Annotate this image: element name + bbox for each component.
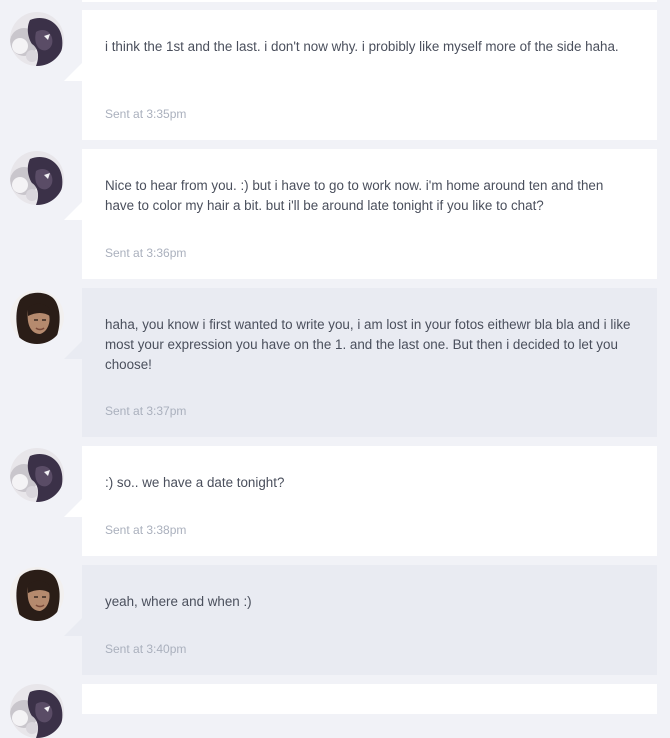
message-timestamp: Sent at 3:40pm: [105, 642, 187, 656]
user-photo-icon: [10, 151, 64, 205]
message-text: :) so.. we have a date tonight?: [105, 475, 285, 490]
user-photo-icon: [10, 290, 64, 344]
message-bubble: :) so.. we have a date tonight? Sent at …: [64, 446, 657, 556]
avatar[interactable]: [10, 567, 64, 621]
avatar[interactable]: [10, 684, 64, 738]
message-text: Nice to hear from you. :) but i have to …: [105, 178, 604, 213]
message-timestamp: Sent at 3:35pm: [105, 107, 187, 121]
message-text: yeah, where and when :): [105, 594, 252, 609]
avatar[interactable]: [10, 12, 64, 66]
bubble-tail: [64, 63, 82, 81]
avatar[interactable]: [10, 448, 64, 502]
user-photo-icon: [10, 448, 64, 502]
message-bubble: Nice to hear from you. :) but i have to …: [64, 149, 657, 279]
message-text: i think the 1st and the last. i don't no…: [105, 39, 619, 54]
message-bubble: haha, you know i first wanted to write y…: [64, 288, 657, 437]
user-photo-icon: [10, 12, 64, 66]
message-bubble: i think the 1st and the last. i don't no…: [64, 10, 657, 140]
message-timestamp: Sent at 3:36pm: [105, 246, 187, 260]
message-timestamp: Sent at 3:37pm: [105, 404, 187, 418]
bubble-tail: [64, 499, 82, 517]
message-text: haha, you know i first wanted to write y…: [105, 317, 631, 372]
bubble-tail: [64, 341, 82, 359]
message-bubble: yeah, where and when :) Sent at 3:40pm: [64, 565, 657, 675]
next-message-bubble: [82, 684, 657, 714]
message-thread: i think the 1st and the last. i don't no…: [0, 0, 670, 692]
previous-message-bubble: [82, 0, 657, 2]
bubble-tail: [64, 618, 82, 636]
user-photo-icon: [10, 684, 64, 738]
bubble-tail: [64, 202, 82, 220]
avatar[interactable]: [10, 151, 64, 205]
message-timestamp: Sent at 3:38pm: [105, 523, 187, 537]
avatar[interactable]: [10, 290, 64, 344]
user-photo-icon: [10, 567, 64, 621]
